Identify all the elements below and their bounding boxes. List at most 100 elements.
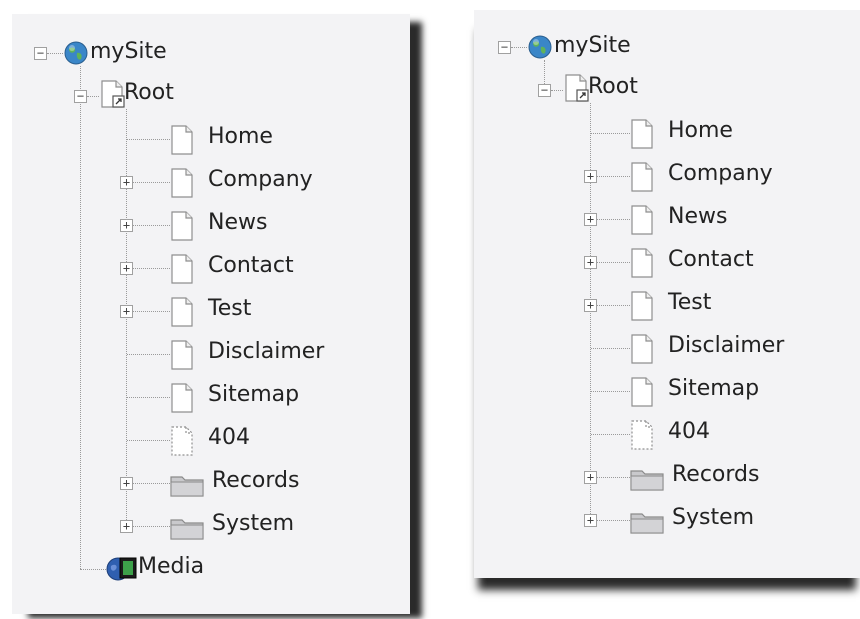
node-label-home[interactable]: Home (668, 118, 733, 144)
node-label-records[interactable]: Records (672, 462, 759, 488)
connector-line (133, 526, 170, 527)
expand-records-toggle[interactable]: + (120, 477, 133, 490)
connector-line (597, 477, 630, 478)
expand-test-toggle[interactable]: + (584, 299, 597, 312)
connector-line (47, 53, 63, 54)
collapse-root-toggle[interactable]: − (538, 84, 551, 97)
tree-node-contact[interactable] (474, 243, 854, 285)
connector-line (591, 348, 630, 349)
page-icon (631, 162, 653, 192)
folder-icon (170, 476, 204, 497)
node-label-404[interactable]: 404 (668, 419, 710, 445)
connector-line (80, 569, 106, 570)
site-label[interactable]: mySite (554, 33, 631, 59)
hidden-page-icon (631, 420, 653, 450)
tree-node-sitemap[interactable] (12, 378, 392, 420)
tree-node-disclaimer[interactable] (12, 335, 392, 377)
node-label-disclaimer[interactable]: Disclaimer (668, 333, 784, 359)
folder-icon (630, 513, 664, 534)
tree-node-home[interactable] (12, 120, 392, 162)
node-label-sitemap[interactable]: Sitemap (208, 382, 299, 408)
tree-node-news[interactable] (474, 200, 854, 242)
connector-line (133, 311, 170, 312)
globe-icon (64, 41, 88, 65)
node-label-company[interactable]: Company (208, 167, 313, 193)
connector-line (133, 268, 170, 269)
node-label-contact[interactable]: Contact (668, 247, 754, 273)
page-icon (171, 125, 193, 155)
page-icon (631, 248, 653, 278)
folder-icon (170, 519, 204, 540)
expand-news-toggle[interactable]: + (584, 213, 597, 226)
connector-line (127, 440, 170, 441)
page-icon (171, 254, 193, 284)
tree-node-disclaimer[interactable] (474, 329, 854, 371)
expand-test-toggle[interactable]: + (120, 305, 133, 318)
tree-node-contact[interactable] (12, 249, 392, 291)
expand-company-toggle[interactable]: + (584, 170, 597, 183)
site-tree-panel-left: − mySite − Root Home + Company + News + Cont… (12, 14, 410, 614)
root-label[interactable]: Root (124, 80, 174, 106)
node-label-contact[interactable]: Contact (208, 253, 294, 279)
node-label-disclaimer[interactable]: Disclaimer (208, 339, 324, 365)
page-icon (631, 119, 653, 149)
connector-line (87, 96, 99, 97)
tree-node-news[interactable] (12, 206, 392, 248)
node-label-news[interactable]: News (208, 210, 267, 236)
collapse-site-toggle[interactable]: − (498, 41, 511, 54)
node-label-company[interactable]: Company (668, 161, 773, 187)
hidden-page-icon (171, 426, 193, 456)
collapse-root-toggle[interactable]: − (74, 90, 87, 103)
connector-line (133, 182, 170, 183)
connector-line (127, 397, 170, 398)
tree-node-test[interactable] (474, 286, 854, 328)
page-icon (171, 340, 193, 370)
tree-node-404[interactable] (12, 421, 392, 463)
media-icon (106, 557, 137, 581)
expand-company-toggle[interactable]: + (120, 176, 133, 189)
page-icon (631, 205, 653, 235)
root-label[interactable]: Root (588, 74, 638, 100)
folder-icon (630, 470, 664, 491)
connector-line (597, 305, 630, 306)
expand-system-toggle[interactable]: + (584, 514, 597, 527)
tree-node-company[interactable] (474, 157, 854, 199)
node-label-news[interactable]: News (668, 204, 727, 230)
node-label-system[interactable]: System (212, 511, 294, 537)
node-label-system[interactable]: System (672, 505, 754, 531)
page-icon (171, 211, 193, 241)
connector-line (591, 391, 630, 392)
tree-node-records[interactable] (474, 458, 854, 500)
collapse-site-toggle[interactable]: − (34, 47, 47, 60)
connector-line (597, 520, 630, 521)
node-label-404[interactable]: 404 (208, 425, 250, 451)
expand-news-toggle[interactable]: + (120, 219, 133, 232)
connector-line (591, 133, 630, 134)
tree-node-company[interactable] (12, 163, 392, 205)
connector-line (133, 225, 170, 226)
tree-node-system[interactable] (474, 501, 854, 543)
expand-system-toggle[interactable]: + (120, 520, 133, 533)
connector-line (511, 47, 527, 48)
node-label-home[interactable]: Home (208, 124, 273, 150)
connector-line (597, 176, 630, 177)
site-tree-panel-right: − mySite − Root Home + Company + News + Cont… (474, 10, 860, 578)
node-label-records[interactable]: Records (212, 468, 299, 494)
expand-contact-toggle[interactable]: + (120, 262, 133, 275)
node-label-test[interactable]: Test (208, 296, 251, 322)
tree-node-test[interactable] (12, 292, 392, 334)
page-icon (171, 297, 193, 327)
expand-records-toggle[interactable]: + (584, 471, 597, 484)
expand-contact-toggle[interactable]: + (584, 256, 597, 269)
node-label-test[interactable]: Test (668, 290, 711, 316)
media-label[interactable]: Media (138, 554, 204, 580)
tree-node-home[interactable] (474, 114, 854, 156)
page-icon (171, 168, 193, 198)
tree-node-404[interactable] (474, 415, 854, 457)
tree-node-sitemap[interactable] (474, 372, 854, 414)
globe-icon (528, 35, 552, 59)
site-label[interactable]: mySite (90, 39, 167, 65)
connector-line (591, 434, 630, 435)
node-label-sitemap[interactable]: Sitemap (668, 376, 759, 402)
page-icon (171, 383, 193, 413)
